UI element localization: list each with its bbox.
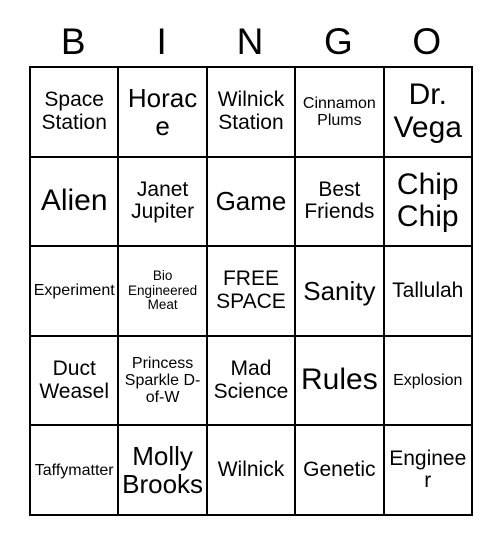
bingo-cell[interactable]: Best Friends <box>296 157 385 248</box>
bingo-cell-label: Princess Sparkle D-of-W <box>124 354 201 407</box>
bingo-cell-label: Experiment <box>33 282 115 300</box>
bingo-cell[interactable]: Cinnamon Plums <box>296 68 385 158</box>
bingo-cell[interactable]: Wilnick Station <box>207 68 297 158</box>
bingo-cell-label: Space Station <box>41 88 107 134</box>
bingo-cell[interactable]: Dr. Vega <box>384 68 473 158</box>
bingo-cell-label: Game <box>215 186 287 217</box>
bingo-cell-label: Sanity <box>303 275 376 306</box>
bingo-row: Space Station Horace Wilnick Station Cinnam… <box>31 68 473 158</box>
bingo-cell[interactable]: Sanity <box>296 247 385 337</box>
bingo-cell-label: FREE SPACE <box>216 267 286 313</box>
bingo-cell-label: Mad Science <box>213 356 289 403</box>
bingo-cell-label: Horace <box>127 82 198 141</box>
bingo-cell[interactable]: Tallulah <box>384 247 473 337</box>
bingo-grid: Space Station Horace Wilnick Station Cinnam… <box>29 66 473 516</box>
bingo-cell-label: Taffymatter <box>34 461 114 479</box>
bingo-header-letter-b: B <box>60 21 86 62</box>
bingo-free-space-cell[interactable]: FREE SPACE <box>207 247 297 337</box>
bingo-cell-label: Explosion <box>393 371 463 389</box>
bingo-row: Alien Janet Jupiter Game Best Friends Chip C… <box>31 157 473 248</box>
bingo-header-letter-i: I <box>156 21 167 62</box>
bingo-header-letter-n: N <box>236 21 264 62</box>
bingo-cell[interactable]: Wilnick <box>207 426 297 516</box>
bingo-cell-label: Engineer <box>389 446 467 493</box>
bingo-cell-label: Cinnamon Plums <box>302 94 376 129</box>
bingo-cell-label: Bio Engineered Meat <box>128 268 198 313</box>
bingo-cell-label: Janet Jupiter <box>131 177 195 224</box>
bingo-cell-label: Duct Weasel <box>39 356 110 403</box>
bingo-cell[interactable]: Genetic <box>296 426 385 516</box>
bingo-header-letter-o: O <box>412 21 442 62</box>
bingo-cell-label: Genetic <box>303 457 376 481</box>
bingo-cell[interactable]: Rules <box>296 336 385 427</box>
bingo-cell-label: Alien <box>40 184 108 218</box>
bingo-cell[interactable]: Taffymatter <box>31 426 120 516</box>
bingo-cell-label: Best Friends <box>304 177 375 224</box>
bingo-cell[interactable]: Alien <box>31 157 120 248</box>
bingo-cell[interactable]: Bio Engineered Meat <box>119 247 208 337</box>
bingo-cell[interactable]: Engineer <box>384 426 473 516</box>
bingo-row: Experiment Bio Engineered Meat FREE SPACE S… <box>31 247 473 337</box>
bingo-cell[interactable]: Duct Weasel <box>31 336 120 427</box>
bingo-cell[interactable]: Mad Science <box>207 336 297 427</box>
bingo-header-letter-g: G <box>323 21 353 62</box>
bingo-cell[interactable]: Explosion <box>384 336 473 427</box>
bingo-cell[interactable]: Molly Brooks <box>119 426 208 516</box>
bingo-cell-label: Rules <box>301 363 378 397</box>
bingo-cell-label: Tallulah <box>392 278 464 302</box>
bingo-cell[interactable]: Chip Chip <box>384 157 473 248</box>
bingo-cell-label: Dr. Vega <box>393 78 462 144</box>
bingo-cell[interactable]: Janet Jupiter <box>119 157 208 248</box>
bingo-card: B I N G O Space Station Horace Wilnick Station… <box>29 0 473 516</box>
bingo-cell-label: Molly Brooks <box>122 441 204 500</box>
bingo-cell-label: Wilnick <box>217 457 285 481</box>
bingo-cell-label: Chip Chip <box>396 168 459 234</box>
bingo-cell[interactable]: Game <box>207 157 297 248</box>
bingo-row: Taffymatter Molly Brooks Wilnick Genetic Eng… <box>31 426 473 516</box>
bingo-cell[interactable]: Princess Sparkle D-of-W <box>119 336 208 427</box>
bingo-cell[interactable]: Space Station <box>31 68 120 158</box>
bingo-cell[interactable]: Experiment <box>31 247 120 337</box>
bingo-cell-label: Wilnick Station <box>217 88 285 134</box>
bingo-header-row: BINGO <box>29 0 471 66</box>
bingo-row: Duct Weasel Princess Sparkle D-of-W Mad Sc… <box>31 336 473 427</box>
bingo-cell[interactable]: Horace <box>119 68 208 158</box>
